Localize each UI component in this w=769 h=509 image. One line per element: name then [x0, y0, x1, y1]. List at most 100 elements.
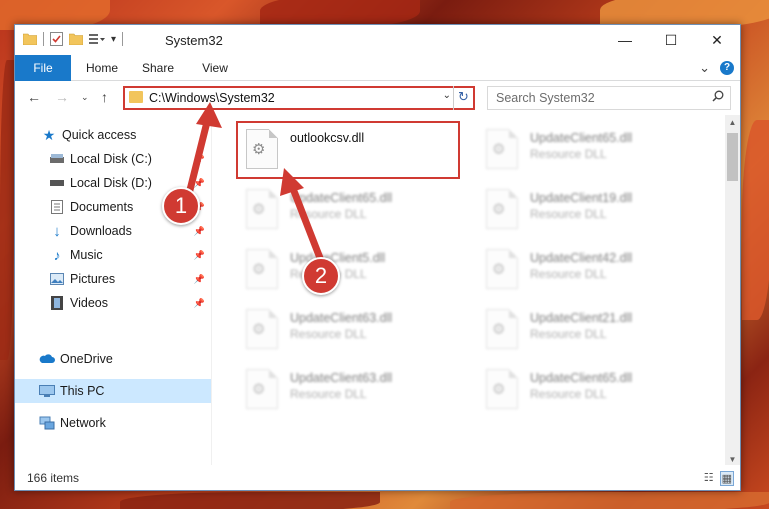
- pictures-icon: [49, 271, 65, 287]
- vertical-scrollbar[interactable]: ▲ ▼: [725, 115, 740, 467]
- computer-icon: [39, 383, 55, 399]
- expand-ribbon-icon[interactable]: ⌄: [699, 60, 710, 76]
- help-icon[interactable]: ?: [720, 61, 734, 75]
- gear-icon: ⚙: [252, 261, 266, 278]
- sidebar-item-videos[interactable]: Videos 📌: [15, 291, 211, 315]
- toolbar-separator: [122, 32, 124, 46]
- address-bar[interactable]: C:\Windows\System32 ⌄ ↻: [123, 86, 475, 110]
- sidebar-item-music[interactable]: ♪ Music 📌: [15, 243, 211, 267]
- gear-icon: ⚙: [252, 321, 266, 338]
- new-folder-icon[interactable]: [69, 33, 83, 45]
- pin-icon[interactable]: 📌: [194, 274, 205, 285]
- pin-icon[interactable]: 📌: [194, 154, 205, 165]
- sidebar-item-label: Quick access: [62, 128, 137, 142]
- file-type: Resource DLL: [290, 207, 367, 221]
- close-button[interactable]: ✕: [694, 25, 740, 55]
- sidebar-item-label: Documents: [70, 200, 134, 214]
- sidebar-item-network[interactable]: Network: [15, 411, 211, 435]
- star-icon: ★: [42, 126, 56, 143]
- refresh-icon[interactable]: ↻: [453, 86, 473, 110]
- file-list: ⚙ outlookcsv.dll ⚙ UpdateClient65.dll Re…: [212, 115, 727, 467]
- details-view-icon[interactable]: ☷: [704, 471, 714, 486]
- file-item[interactable]: ⚙ UpdateClient63.dll Resource DLL: [240, 303, 460, 357]
- file-type: Resource DLL: [290, 327, 367, 341]
- sidebar-item-onedrive[interactable]: OneDrive: [15, 347, 211, 371]
- file-type: Resource DLL: [530, 147, 607, 161]
- recent-locations-icon[interactable]: ⌄: [81, 92, 89, 103]
- tab-home[interactable]: Home: [77, 55, 127, 81]
- tab-view[interactable]: View: [193, 55, 237, 81]
- file-item[interactable]: ⚙ UpdateClient65.dll Resource DLL: [480, 123, 700, 177]
- file-name: UpdateClient42.dll: [530, 251, 633, 265]
- window-controls: — ☐ ✕: [602, 25, 740, 55]
- sidebar-item-label: Music: [70, 248, 103, 262]
- sidebar-item-label: Local Disk (C:): [70, 152, 152, 166]
- file-name: UpdateClient63.dll: [290, 371, 393, 385]
- background-leaf: [120, 492, 380, 509]
- gear-icon: ⚙: [492, 141, 506, 158]
- sidebar-item-quick-access[interactable]: ★ Quick access: [15, 123, 211, 147]
- forward-arrow-icon[interactable]: →: [55, 89, 69, 105]
- search-box[interactable]: Search System32: [487, 86, 731, 110]
- scroll-thumb[interactable]: [727, 133, 738, 181]
- maximize-button[interactable]: ☐: [648, 25, 694, 55]
- minimize-button[interactable]: —: [602, 25, 648, 55]
- chevron-down-icon[interactable]: ⌄: [443, 90, 451, 101]
- tab-share[interactable]: Share: [135, 55, 181, 81]
- tab-file[interactable]: File: [15, 55, 71, 81]
- search-input[interactable]: Search System32: [496, 91, 595, 105]
- gear-icon: ⚙: [492, 261, 506, 278]
- sidebar-item-local-disk-c[interactable]: Local Disk (C:) 📌: [15, 147, 211, 171]
- customize-toolbar-icon[interactable]: [89, 33, 105, 45]
- scroll-up-icon[interactable]: ▲: [725, 115, 740, 130]
- sidebar-item-label: OneDrive: [60, 352, 113, 366]
- highlight-box: [236, 121, 460, 179]
- pin-icon[interactable]: 📌: [194, 250, 205, 261]
- background-leaf: [0, 60, 14, 360]
- gear-icon: ⚙: [252, 201, 266, 218]
- file-item[interactable]: ⚙ UpdateClient65.dll Resource DLL: [240, 183, 460, 237]
- item-count: 166 items: [27, 471, 80, 485]
- folder-icon[interactable]: [23, 33, 37, 45]
- folder-icon: [129, 91, 143, 103]
- search-icon[interactable]: [712, 90, 724, 102]
- sidebar-item-pictures[interactable]: Pictures 📌: [15, 267, 211, 291]
- file-name: UpdateClient65.dll: [530, 371, 633, 385]
- drive-icon: [49, 175, 65, 191]
- file-item[interactable]: ⚙ UpdateClient42.dll Resource DLL: [480, 243, 700, 297]
- file-name: UpdateClient19.dll: [530, 191, 633, 205]
- ribbon: File Home Share View ⌄ ?: [15, 55, 740, 81]
- file-type: Resource DLL: [530, 327, 607, 341]
- file-item[interactable]: ⚙ UpdateClient19.dll Resource DLL: [480, 183, 700, 237]
- file-type: Resource DLL: [530, 207, 607, 221]
- explorer-window: ▾ System32 — ☐ ✕ File Home Share View ⌄ …: [14, 24, 741, 491]
- file-item[interactable]: ⚙ UpdateClient5.dll Resource DLL: [240, 243, 460, 297]
- view-toggles: ☷ ▦: [704, 471, 734, 486]
- background-leaf: [450, 492, 769, 509]
- properties-icon[interactable]: [50, 32, 63, 46]
- large-icons-view-icon[interactable]: ▦: [719, 471, 734, 486]
- address-path[interactable]: C:\Windows\System32: [149, 91, 275, 105]
- download-icon: ↓: [53, 222, 61, 240]
- navigation-pane: ★ Quick access Local Disk (C:) 📌 Local D…: [15, 115, 211, 467]
- up-arrow-icon[interactable]: ↑: [101, 89, 108, 105]
- title-bar: ▾ System32 — ☐ ✕: [15, 25, 740, 55]
- pin-icon[interactable]: 📌: [194, 178, 205, 189]
- pin-icon[interactable]: 📌: [194, 226, 205, 237]
- pin-icon[interactable]: 📌: [194, 298, 205, 309]
- file-name: UpdateClient65.dll: [290, 191, 393, 205]
- file-type: Resource DLL: [290, 387, 367, 401]
- step-badge-2: 2: [302, 257, 340, 295]
- sidebar-item-this-pc[interactable]: This PC: [15, 379, 211, 403]
- navigation-bar: ← → ⌄ ↑ C:\Windows\System32 ⌄ ↻ Search S…: [15, 81, 740, 115]
- file-name: UpdateClient21.dll: [530, 311, 633, 325]
- back-arrow-icon[interactable]: ←: [27, 89, 41, 105]
- videos-icon: [49, 295, 65, 311]
- music-icon: ♪: [53, 247, 61, 263]
- gear-icon: ⚙: [492, 321, 506, 338]
- file-item[interactable]: ⚙ UpdateClient65.dll Resource DLL: [480, 363, 700, 417]
- file-item[interactable]: ⚙ UpdateClient21.dll Resource DLL: [480, 303, 700, 357]
- step-badge-1: 1: [162, 187, 200, 225]
- chevron-down-icon[interactable]: ▾: [111, 34, 116, 45]
- file-item[interactable]: ⚙ UpdateClient63.dll Resource DLL: [240, 363, 460, 417]
